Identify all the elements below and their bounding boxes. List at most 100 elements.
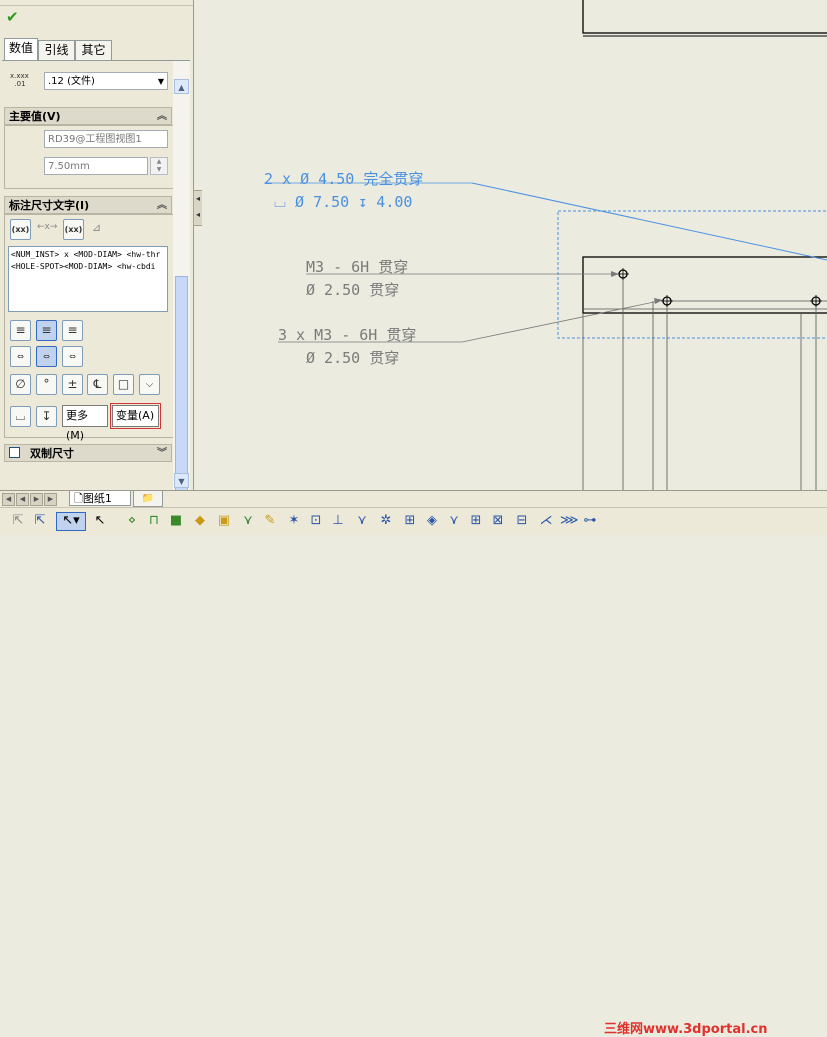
filter-dimension-icon[interactable]: ⊥ xyxy=(330,513,346,529)
callout-text: 3 x M3 - 6H 贯穿 xyxy=(278,326,416,344)
more-symbols-dropdown[interactable]: ⌵ xyxy=(139,374,160,395)
select-cursor-icon[interactable]: ↖ xyxy=(92,513,108,529)
select-tool-dropdown[interactable]: ↖▾ xyxy=(56,512,86,531)
sheet-icon: 🗋 xyxy=(74,492,83,505)
site-watermark: 三维网www.3dportal.cn xyxy=(604,1022,768,1037)
scroll-up-icon[interactable]: ▲ xyxy=(174,79,189,94)
filter-sketch-point-icon[interactable]: ✶ xyxy=(286,513,302,529)
panel-scrollbar[interactable]: ▲ ▼ xyxy=(173,61,190,490)
primary-value-header[interactable]: 主要值(V) ︽ xyxy=(4,107,172,125)
filter-toggle-icon[interactable]: ⇱ xyxy=(32,513,48,529)
dual-dim-title: 双制尺寸 xyxy=(30,447,74,460)
filter-hole-callout-icon[interactable]: ⊟ xyxy=(514,513,530,529)
filter-edge-icon[interactable]: ⊓ xyxy=(146,513,162,529)
filter-vertex-icon[interactable]: ⋄ xyxy=(124,513,140,529)
text-above-center-button[interactable]: ⇔ xyxy=(36,346,57,367)
center-dimension-icon[interactable]: ←x→ xyxy=(37,222,57,232)
filter-point-icon[interactable]: ✎ xyxy=(262,513,278,529)
tab-leaders[interactable]: 引线 xyxy=(38,40,75,60)
dim-text-header[interactable]: 标注尺寸文字(I) ︽ xyxy=(4,196,172,214)
drawing-canvas[interactable]: 2 x Ø 4.50 完全贯穿 ⌴ Ø 7.50 ↧ 4.00 M3 - 6H … xyxy=(202,0,827,490)
hole-callout[interactable]: 3 x M3 - 6H 贯穿 Ø 2.50 贯穿 xyxy=(278,298,663,367)
annotation-toolbar: ⇱ ⇱ ↖▾ ↖ ⋄ ⊓ ■ ◆ ▣ ⋎ ✎ ✶ ⊡ ⊥ ⋎ ✲ ⊞ ◈ ⋎ ⊞… xyxy=(0,507,827,1037)
callout-text: 2 x Ø 4.50 完全贯穿 xyxy=(264,170,423,188)
align-left-button[interactable]: ≡ xyxy=(10,320,31,341)
last-sheet-icon[interactable]: ▶ xyxy=(44,493,57,506)
hole-callout-selected[interactable]: 2 x Ø 4.50 完全贯穿 ⌴ Ø 7.50 ↧ 4.00 xyxy=(264,170,827,261)
scroll-thumb[interactable] xyxy=(175,276,188,490)
filter-center-mark-icon[interactable]: ⊡ xyxy=(308,513,324,529)
filter-datum-icon[interactable]: ◈ xyxy=(424,513,440,529)
dual-dim-header[interactable]: 双制尺寸 ︾ xyxy=(4,444,172,462)
hole-marker[interactable] xyxy=(810,295,822,307)
filter-face-icon[interactable]: ■ xyxy=(168,513,184,529)
align-center-button[interactable]: ≡ xyxy=(36,320,57,341)
tab-other[interactable]: 其它 xyxy=(75,40,112,60)
depth-symbol-button[interactable]: ↧ xyxy=(36,406,57,427)
filter-surface-icon[interactable]: ◆ xyxy=(192,513,208,529)
degree-symbol-button[interactable]: ° xyxy=(36,374,57,395)
filter-note-icon[interactable]: ⋎ xyxy=(354,513,370,529)
leader-line xyxy=(461,300,660,343)
sheet-tab-label: 图纸1 xyxy=(82,492,112,505)
filter-surface-finish-icon[interactable]: ⊞ xyxy=(468,513,484,529)
panel-header-strip xyxy=(0,0,193,6)
dim-text-editor[interactable]: <NUM_INST> x <MOD-DIAM> <hw-thr <HOLE-SP… xyxy=(8,246,168,312)
collapse-chevron-icon[interactable]: ︽ xyxy=(157,197,167,215)
text-above-left-button[interactable]: ⇔ xyxy=(10,346,31,367)
add-parentheses-button[interactable]: (xx) xyxy=(10,219,31,240)
tab-divider xyxy=(2,60,190,61)
more-button[interactable]: 更多(M) xyxy=(62,405,108,442)
scroll-down-icon[interactable]: ▼ xyxy=(174,473,189,488)
tab-values[interactable]: 数值 xyxy=(4,38,38,61)
callout-text: Ø 2.50 贯穿 xyxy=(306,349,399,367)
filter-balloon-icon[interactable]: ✲ xyxy=(378,513,394,529)
filter-axis-icon[interactable]: ▣ xyxy=(216,513,232,529)
inspection-dimension-button[interactable]: (xx) xyxy=(63,219,84,240)
dual-dim-checkbox[interactable] xyxy=(9,447,20,458)
primary-value-field[interactable]: 7.50mm xyxy=(44,157,148,175)
callout-text: ⌴ Ø 7.50 ↧ 4.00 xyxy=(274,193,412,211)
next-sheet-icon[interactable]: ▶ xyxy=(30,493,43,506)
counterbore-symbol-button[interactable]: ⌴ xyxy=(10,406,31,427)
hole-marker[interactable] xyxy=(661,295,673,307)
ok-check-icon[interactable]: ✔ xyxy=(6,8,19,26)
collapse-chevron-icon[interactable]: ︽ xyxy=(157,108,167,126)
prev-sheet-icon[interactable]: ◀ xyxy=(16,493,29,506)
filter-datum-target-icon[interactable]: ⋙ xyxy=(560,513,579,529)
variables-button[interactable]: 变量(A) xyxy=(112,405,159,427)
square-symbol-button[interactable]: □ xyxy=(113,374,134,395)
filter-gtol-icon[interactable]: ⋎ xyxy=(446,513,462,529)
filter-cosmetic-thread-icon[interactable]: ⋌ xyxy=(538,513,554,529)
leader-line xyxy=(471,182,827,261)
diameter-symbol-button[interactable]: ∅ xyxy=(10,374,31,395)
leader-arrowhead xyxy=(611,271,619,277)
value-spinner[interactable]: ▲ ▼ xyxy=(150,157,168,175)
plus-minus-button[interactable]: ± xyxy=(62,374,83,395)
precision-value: .12 (文件) xyxy=(48,76,95,87)
hole-callout[interactable]: M3 - 6H 贯穿 Ø 2.50 贯穿 xyxy=(306,258,619,299)
dim-text-title: 标注尺寸文字(I) xyxy=(9,199,90,212)
selection-box xyxy=(557,210,827,339)
first-sheet-icon[interactable]: ◀ xyxy=(2,493,15,506)
select-filter-icon[interactable]: ⇱ xyxy=(10,513,26,529)
sheet-tab-bar: ◀ ◀ ▶ ▶ 🗋图纸1 📁 xyxy=(0,490,827,507)
callout-text: Ø 2.50 贯穿 xyxy=(306,281,399,299)
filter-table-icon[interactable]: ⊶ xyxy=(582,513,598,529)
add-sheet-icon[interactable]: 📁 xyxy=(133,491,163,507)
centerline-symbol-button[interactable]: ℄ xyxy=(87,374,108,395)
sheet-tab-active[interactable]: 🗋图纸1 xyxy=(69,491,131,506)
text-above-right-button[interactable]: ⇔ xyxy=(62,346,83,367)
expand-chevron-icon[interactable]: ︾ xyxy=(157,445,167,463)
filter-block-icon[interactable]: ⊠ xyxy=(490,513,506,529)
align-right-button[interactable]: ≡ xyxy=(62,320,83,341)
filter-weld-icon[interactable]: ⊞ xyxy=(402,513,418,529)
reference-field[interactable]: RD39@工程图视图1 xyxy=(44,130,168,148)
dim-text-line: <NUM_INST> x <MOD-DIAM> <hw-thr xyxy=(11,250,161,259)
dim-text-line: <HOLE-SPOT><MOD-DIAM> <hw-cbdi xyxy=(11,262,156,271)
filter-curve-icon[interactable]: ⋎ xyxy=(240,513,256,529)
view-outline-front xyxy=(582,256,827,314)
offset-text-icon[interactable]: ⊿ xyxy=(92,221,101,234)
primary-value-title: 主要值(V) xyxy=(9,110,61,123)
precision-select[interactable]: .12 (文件) ▼ xyxy=(44,72,168,90)
